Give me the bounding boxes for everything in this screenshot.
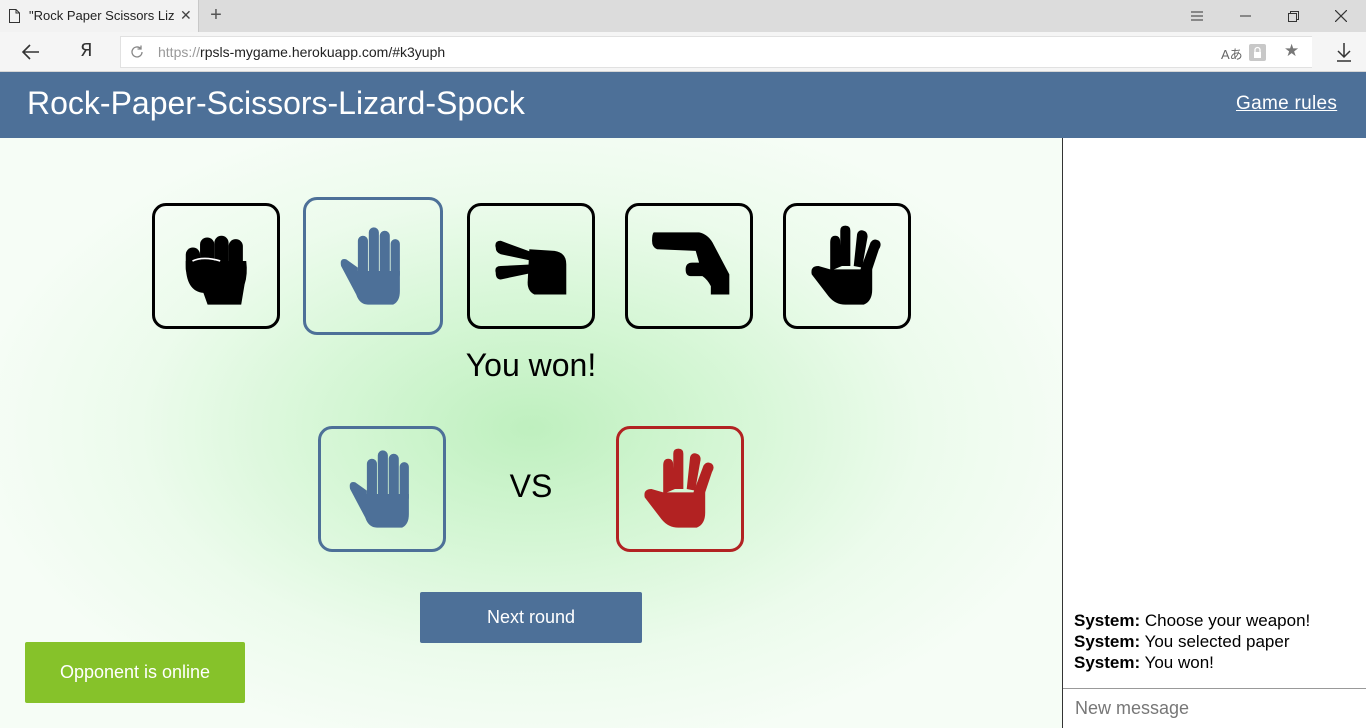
reload-icon[interactable] [129,44,145,60]
url-text[interactable]: https://rpsls-mygame.herokuapp.com/#k3yu… [158,44,445,60]
chat-panel: System: Choose your weapon! System: You … [1062,138,1366,728]
chat-log: System: Choose your weapon! System: You … [1074,610,1364,673]
rock-icon [185,235,247,305]
browser-toolbar: Я https://rpsls-mygame.herokuapp.com/#k3… [0,32,1366,72]
chat-sender: System: [1074,632,1141,651]
translate-icon[interactable]: Aあ [1221,44,1243,63]
browser-menu-icon[interactable] [1174,0,1220,32]
chat-sender: System: [1074,653,1141,672]
yandex-button[interactable]: Я [80,40,93,61]
page-title: Rock-Paper-Scissors-Lizard-Spock [27,85,525,121]
scissors-icon [495,240,567,295]
weapon-rock[interactable] [152,203,280,329]
chat-text: You selected paper [1144,632,1290,651]
spock-icon [644,448,714,528]
spock-icon [811,225,881,305]
minimize-icon[interactable] [1222,0,1268,32]
vs-label: VS [509,468,553,504]
close-window-icon[interactable] [1318,0,1364,32]
tab-close-icon[interactable]: ✕ [180,7,192,24]
bookmark-star-icon[interactable]: ★ [1284,41,1299,61]
browser-tab[interactable]: "Rock Paper Scissors Lizard ✕ [0,0,199,32]
lizard-icon [652,232,730,295]
player-choice [318,426,446,552]
download-icon[interactable] [1334,40,1354,64]
game-rules-link[interactable]: Game rules [1236,93,1337,115]
paper-icon [340,227,400,305]
site-header: Rock-Paper-Scissors-Lizard-Spock Game ru… [0,72,1366,138]
chat-sender: System: [1074,611,1141,630]
new-tab-button[interactable]: + [206,4,226,26]
chat-message-input[interactable] [1063,688,1366,728]
tab-title: "Rock Paper Scissors Lizard [29,8,175,23]
next-round-button[interactable]: Next round [420,592,642,643]
weapon-spock[interactable] [783,203,911,329]
url-host: rpsls-mygame.herokuapp.com/#k3yuph [200,44,446,60]
chat-text: Choose your weapon! [1144,611,1311,630]
chat-text: You won! [1144,653,1214,672]
game-area: You won! VS Next round Opponent is onlin… [0,138,1062,728]
address-bar[interactable]: https://rpsls-mygame.herokuapp.com/#k3yu… [120,36,1312,68]
lock-icon[interactable] [1249,44,1266,61]
back-arrow-icon[interactable] [19,40,43,64]
url-scheme: https:// [158,44,201,60]
paper-icon [349,450,409,528]
round-result: You won! [465,347,597,383]
opponent-status-badge: Opponent is online [25,642,245,703]
browser-tabbar: "Rock Paper Scissors Lizard ✕ + [0,0,1366,32]
chat-message: System: You won! [1074,652,1364,673]
chat-message: System: You selected paper [1074,631,1364,652]
weapon-lizard[interactable] [625,203,753,329]
weapon-scissors[interactable] [467,203,595,329]
page-icon [9,9,20,23]
chat-message: System: Choose your weapon! [1074,610,1364,631]
opponent-choice [616,426,744,552]
weapon-paper[interactable] [303,197,443,335]
restore-icon[interactable] [1270,0,1316,32]
